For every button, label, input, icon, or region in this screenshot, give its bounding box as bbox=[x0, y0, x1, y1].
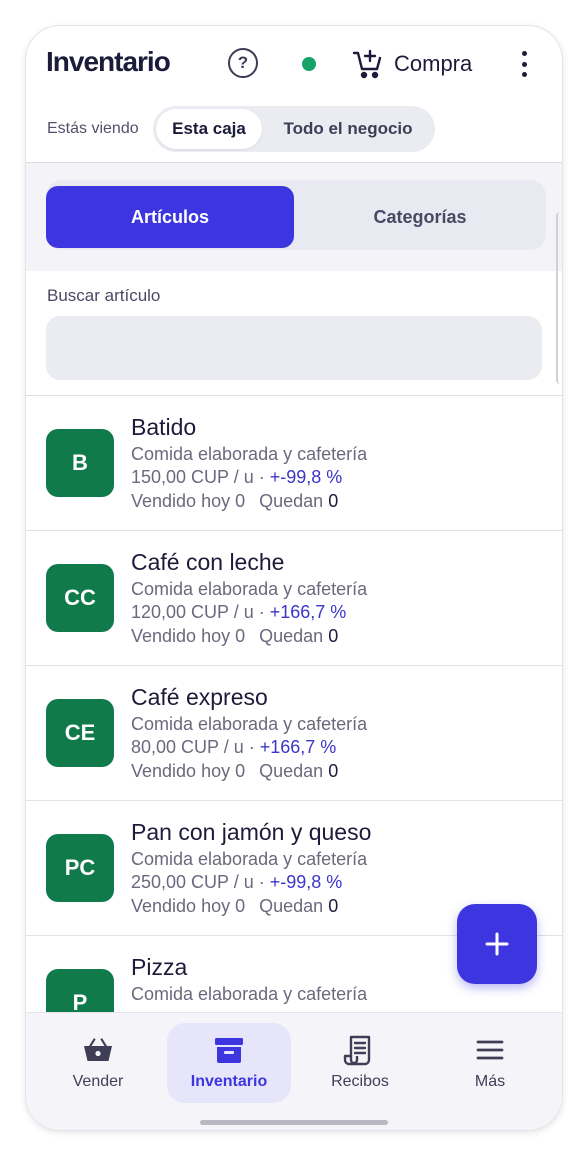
item-margin: +-99,8 % bbox=[269, 467, 343, 487]
nav-label: Más bbox=[474, 1073, 506, 1090]
item-category: Comida elaborada y cafetería bbox=[131, 984, 368, 1004]
plus-icon bbox=[485, 932, 509, 956]
page-title: Inventario bbox=[46, 46, 171, 77]
search-input[interactable] bbox=[46, 316, 542, 380]
tab-articles[interactable]: Artículos bbox=[46, 186, 294, 248]
remaining-label: Quedan bbox=[259, 896, 324, 916]
receipt-icon bbox=[343, 1035, 371, 1066]
item-category: Comida elaborada y cafetería bbox=[131, 579, 368, 599]
item-margin: +-99,8 % bbox=[269, 872, 343, 892]
item-margin: +166,7 % bbox=[259, 737, 337, 757]
item-name: Café expreso bbox=[131, 684, 268, 710]
nav-item-sell[interactable]: Vender bbox=[36, 1023, 160, 1103]
item-price-row: 80,00 CUP / u · +166,7 % bbox=[131, 737, 336, 758]
item-category: Comida elaborada y cafetería bbox=[131, 714, 368, 734]
item-category: Comida elaborada y cafetería bbox=[131, 444, 368, 464]
separator: · bbox=[253, 467, 270, 487]
item-avatar: P bbox=[46, 969, 114, 1012]
separator: · bbox=[253, 872, 270, 892]
tab-categories[interactable]: Categorías bbox=[298, 186, 542, 248]
remaining-label: Quedan bbox=[259, 491, 324, 511]
sold-today-label: Vendido hoy bbox=[131, 626, 231, 646]
item-stock-row: Vendido hoy 0 Quedan 0 bbox=[131, 491, 338, 512]
sold-today-value: 0 bbox=[235, 626, 246, 646]
sold-today-label: Vendido hoy bbox=[131, 491, 231, 511]
list-item[interactable]: CC Café con leche Comida elaborada y caf… bbox=[26, 531, 562, 666]
separator: · bbox=[243, 737, 260, 757]
purchase-button[interactable]: Compra bbox=[352, 44, 472, 84]
add-item-button[interactable] bbox=[457, 904, 537, 984]
item-avatar: PC bbox=[46, 834, 114, 902]
bottom-nav: Vender Inventario Recibos Más bbox=[26, 1012, 562, 1130]
cart-plus-icon bbox=[352, 49, 382, 79]
item-price: 80,00 CUP / u bbox=[131, 737, 244, 757]
item-price-row: 120,00 CUP / u · +166,7 % bbox=[131, 602, 346, 623]
basket-icon bbox=[84, 1038, 112, 1061]
more-vertical-icon[interactable] bbox=[510, 48, 538, 80]
sold-today-value: 0 bbox=[235, 491, 246, 511]
scrollbar[interactable] bbox=[556, 212, 562, 384]
item-price: 150,00 CUP / u bbox=[131, 467, 254, 487]
archive-box-icon bbox=[215, 1038, 243, 1063]
status-indicator bbox=[302, 57, 316, 71]
hamburger-menu-icon bbox=[476, 1040, 504, 1060]
remaining-label: Quedan bbox=[259, 761, 324, 781]
view-scope-toggle: Esta caja Todo el negocio bbox=[153, 106, 435, 152]
item-price: 250,00 CUP / u bbox=[131, 872, 254, 892]
remaining-value: 0 bbox=[328, 626, 339, 646]
sold-today-label: Vendido hoy bbox=[131, 761, 231, 781]
view-scope-row: Estás viendo Esta caja Todo el negocio bbox=[26, 104, 562, 154]
separator: · bbox=[253, 602, 270, 622]
view-scope-label: Estás viendo bbox=[47, 120, 139, 137]
item-name: Batido bbox=[131, 414, 197, 440]
remaining-value: 0 bbox=[328, 896, 339, 916]
nav-item-receipts[interactable]: Recibos bbox=[298, 1023, 422, 1103]
item-price-row: 150,00 CUP / u · +-99,8 % bbox=[131, 467, 342, 488]
item-avatar: B bbox=[46, 429, 114, 497]
home-indicator bbox=[200, 1120, 388, 1125]
nav-item-more[interactable]: Más bbox=[428, 1023, 552, 1103]
search-label: Buscar artículo bbox=[47, 286, 161, 305]
sold-today-value: 0 bbox=[235, 896, 246, 916]
list-item[interactable]: B Batido Comida elaborada y cafetería 15… bbox=[26, 396, 562, 531]
remaining-value: 0 bbox=[328, 761, 339, 781]
item-name: Café con leche bbox=[131, 549, 285, 575]
item-price-row: 250,00 CUP / u · +-99,8 % bbox=[131, 872, 342, 893]
nav-label: Recibos bbox=[331, 1073, 389, 1090]
item-category: Comida elaborada y cafetería bbox=[131, 849, 368, 869]
item-name: Pizza bbox=[131, 954, 188, 980]
item-margin: +166,7 % bbox=[269, 602, 347, 622]
purchase-label: Compra bbox=[394, 51, 473, 76]
tabs-band: Artículos Categorías bbox=[26, 163, 562, 271]
item-name: Pan con jamón y queso bbox=[131, 819, 372, 845]
item-price: 120,00 CUP / u bbox=[131, 602, 254, 622]
scope-whole-business[interactable]: Todo el negocio bbox=[265, 109, 431, 149]
tab-bar: Artículos Categorías bbox=[46, 180, 546, 250]
sold-today-label: Vendido hoy bbox=[131, 896, 231, 916]
phone-screen: Inventario ? Compra Estás viendo Esta ca… bbox=[26, 26, 562, 1130]
app-header: Inventario ? Compra bbox=[26, 26, 562, 100]
remaining-label: Quedan bbox=[259, 626, 324, 646]
item-stock-row: Vendido hoy 0 Quedan 0 bbox=[131, 896, 338, 917]
nav-label: Inventario bbox=[190, 1073, 268, 1090]
sold-today-value: 0 bbox=[235, 761, 246, 781]
nav-label: Vender bbox=[72, 1073, 124, 1090]
help-icon[interactable]: ? bbox=[228, 48, 258, 78]
item-avatar: CC bbox=[46, 564, 114, 632]
item-avatar: CE bbox=[46, 699, 114, 767]
scope-this-register[interactable]: Esta caja bbox=[156, 109, 262, 149]
item-stock-row: Vendido hoy 0 Quedan 0 bbox=[131, 761, 338, 782]
item-stock-row: Vendido hoy 0 Quedan 0 bbox=[131, 626, 338, 647]
list-item[interactable]: CE Café expreso Comida elaborada y cafet… bbox=[26, 666, 562, 801]
nav-item-inventory[interactable]: Inventario bbox=[167, 1023, 291, 1103]
remaining-value: 0 bbox=[328, 491, 339, 511]
